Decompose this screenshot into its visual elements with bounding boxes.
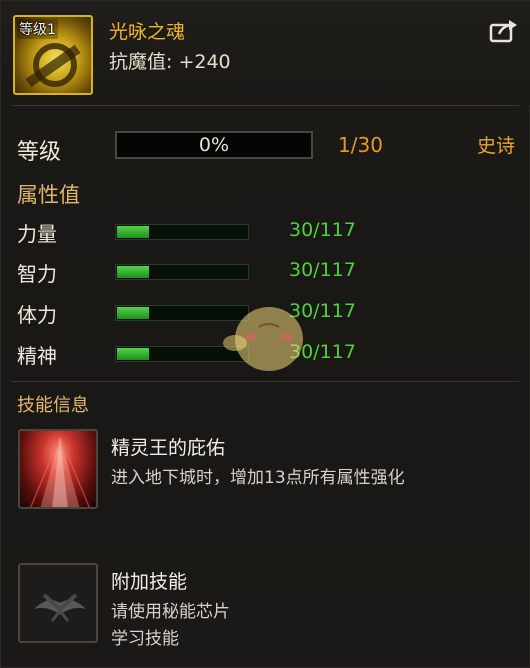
level-progress-bar: 0% [115, 131, 313, 159]
attributes-title: 属性值 [17, 183, 80, 207]
attribute-name: 智力 [17, 262, 57, 286]
attribute-row-intelligence: 智力 30/117 [1, 256, 530, 288]
attribute-bar [115, 224, 249, 240]
attribute-name: 力量 [17, 222, 57, 246]
divider [11, 381, 519, 382]
attribute-bar-fill [117, 348, 150, 360]
item-level-badge: 等级1 [17, 19, 58, 39]
skill-name: 附加技能 [111, 571, 188, 593]
attribute-bar-fill [117, 266, 150, 278]
attribute-bar-fill [117, 307, 150, 319]
attribute-value: 30/117 [289, 219, 356, 241]
golden-soul-emblem-icon: 等级1 [13, 15, 93, 95]
emblem-art [34, 593, 86, 622]
level-progress-text: 0% [198, 134, 230, 156]
item-header: 等级1 光咏之魂 抗魔值: +240 [1, 1, 530, 105]
skill-name: 精灵王的庇佑 [111, 437, 226, 459]
skill-description: 进入地下城时，增加13点所有属性强化 [111, 468, 405, 488]
attribute-value: 30/117 [289, 259, 356, 281]
item-name: 光咏之魂 [109, 21, 186, 43]
skill-description: 学习技能 [111, 629, 179, 649]
level-label: 等级 [17, 140, 62, 165]
skills-title: 技能信息 [17, 395, 89, 416]
share-button[interactable] [489, 19, 519, 43]
attribute-name: 体力 [17, 303, 57, 327]
attribute-row-strength: 力量 30/117 [1, 216, 530, 248]
light-beam-art [30, 436, 90, 507]
level-count: 1/30 [338, 133, 383, 157]
attribute-bar [115, 264, 249, 280]
mascot-watermark [223, 307, 303, 371]
skill-description: 请使用秘能芯片 [111, 602, 230, 622]
rarity-label: 史诗 [476, 135, 515, 157]
red-light-beam-icon[interactable] [18, 429, 98, 509]
locked-emblem-icon[interactable] [18, 563, 98, 643]
attribute-name: 精神 [17, 344, 57, 368]
divider [11, 105, 519, 106]
attribute-bar-fill [117, 226, 150, 238]
item-stat: 抗魔值: +240 [109, 51, 231, 73]
share-external-icon [489, 20, 517, 43]
item-tooltip-panel: 等级1 光咏之魂 抗魔值: +240 等级 0% 1/30 史诗 属性值 力量 … [0, 0, 530, 668]
